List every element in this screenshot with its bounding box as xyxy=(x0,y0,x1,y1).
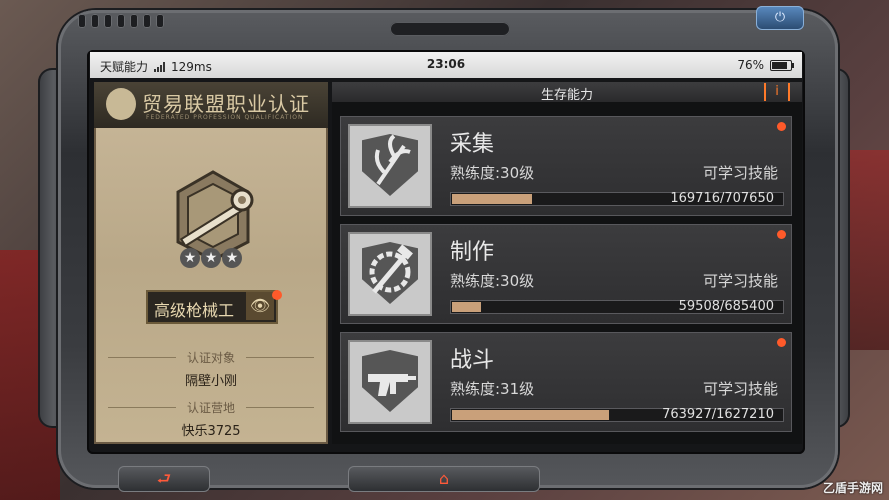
skill-card-gather[interactable]: 采集 熟练度:30级 可学习技能 169716/707650 xyxy=(340,116,792,216)
speaker-grill xyxy=(78,14,164,28)
skill-card-craft[interactable]: 制作 熟练度:30级 可学习技能 59508/685400 xyxy=(340,224,792,324)
skill-name: 制作 xyxy=(450,240,495,265)
progress-bar: 59508/685400 xyxy=(450,300,784,314)
rank-stars: ★ ★ ★ xyxy=(180,248,242,268)
progress-bar: 169716/707650 xyxy=(450,192,784,206)
panel-title: 生存能力 xyxy=(540,88,593,103)
top-notch xyxy=(390,22,510,36)
learn-skill-link[interactable]: 可学习技能 xyxy=(703,162,778,183)
progress-value: 169716/707650 xyxy=(670,191,774,206)
progress-bar: 763927/1627210 xyxy=(450,408,784,422)
cert-target-label: 认证对象 xyxy=(186,351,235,365)
wrench-toolbox-icon xyxy=(176,170,254,262)
certification-header: 贸易联盟职业认证 FEDERATED PROFESSION QUALIFICAT… xyxy=(94,82,328,128)
rank-label: 高级枪械工 xyxy=(154,301,235,320)
gather-icon xyxy=(348,124,432,208)
gear-hammer-icon xyxy=(348,232,432,316)
alliance-emblem-icon xyxy=(106,88,136,120)
skill-card-combat[interactable]: 战斗 熟练度:31级 可学习技能 763927/1627210 xyxy=(340,332,792,432)
skill-name: 战斗 xyxy=(450,348,495,373)
certification-subtitle: FEDERATED PROFESSION QUALIFICATION xyxy=(146,114,304,121)
star-icon: ★ xyxy=(180,248,200,268)
star-icon: ★ xyxy=(222,248,242,268)
certification-title: 贸易联盟职业认证 xyxy=(142,92,310,116)
rank-badge[interactable]: 高级枪械工 👁 xyxy=(146,290,278,324)
cert-camp-value: 快乐3725 xyxy=(181,424,241,439)
cert-target-value: 隔壁小刚 xyxy=(184,374,237,389)
back-button[interactable]: ⮐ xyxy=(118,466,210,492)
battery-label: 76% xyxy=(737,58,764,72)
skill-level: 熟练度:30级 xyxy=(450,272,535,290)
gun-icon xyxy=(348,340,432,424)
notification-dot xyxy=(777,230,786,239)
learn-skill-link[interactable]: 可学习技能 xyxy=(703,378,778,399)
skill-name: 采集 xyxy=(450,132,495,157)
power-icon[interactable]: ⏻ xyxy=(756,6,804,30)
eye-icon[interactable]: 👁 xyxy=(246,292,274,320)
home-button[interactable]: ⌂ xyxy=(348,466,540,492)
progress-value: 763927/1627210 xyxy=(662,407,774,422)
notification-dot xyxy=(777,122,786,131)
survival-skills-panel: 生存能力 i 采集 熟练度:30级 可学习技能 169716/707650 制作… xyxy=(332,82,802,444)
cert-camp-label: 认证营地 xyxy=(186,401,235,415)
status-bar: 天赋能力 129ms 23:06 76% xyxy=(90,52,802,78)
certification-panel: 贸易联盟职业认证 FEDERATED PROFESSION QUALIFICAT… xyxy=(94,82,328,444)
panel-header: 生存能力 i xyxy=(332,82,802,103)
info-icon[interactable]: i xyxy=(764,83,790,101)
notification-dot xyxy=(777,338,786,347)
learn-skill-link[interactable]: 可学习技能 xyxy=(703,270,778,291)
skill-level: 熟练度:30级 xyxy=(450,164,535,182)
notification-dot xyxy=(272,290,282,300)
progress-value: 59508/685400 xyxy=(678,299,774,314)
star-icon: ★ xyxy=(201,248,221,268)
battery-icon xyxy=(770,59,794,71)
clock: 23:06 xyxy=(426,57,466,71)
skill-level: 熟练度:31级 xyxy=(450,380,535,398)
watermark: 乙盾手游网 xyxy=(822,481,883,495)
